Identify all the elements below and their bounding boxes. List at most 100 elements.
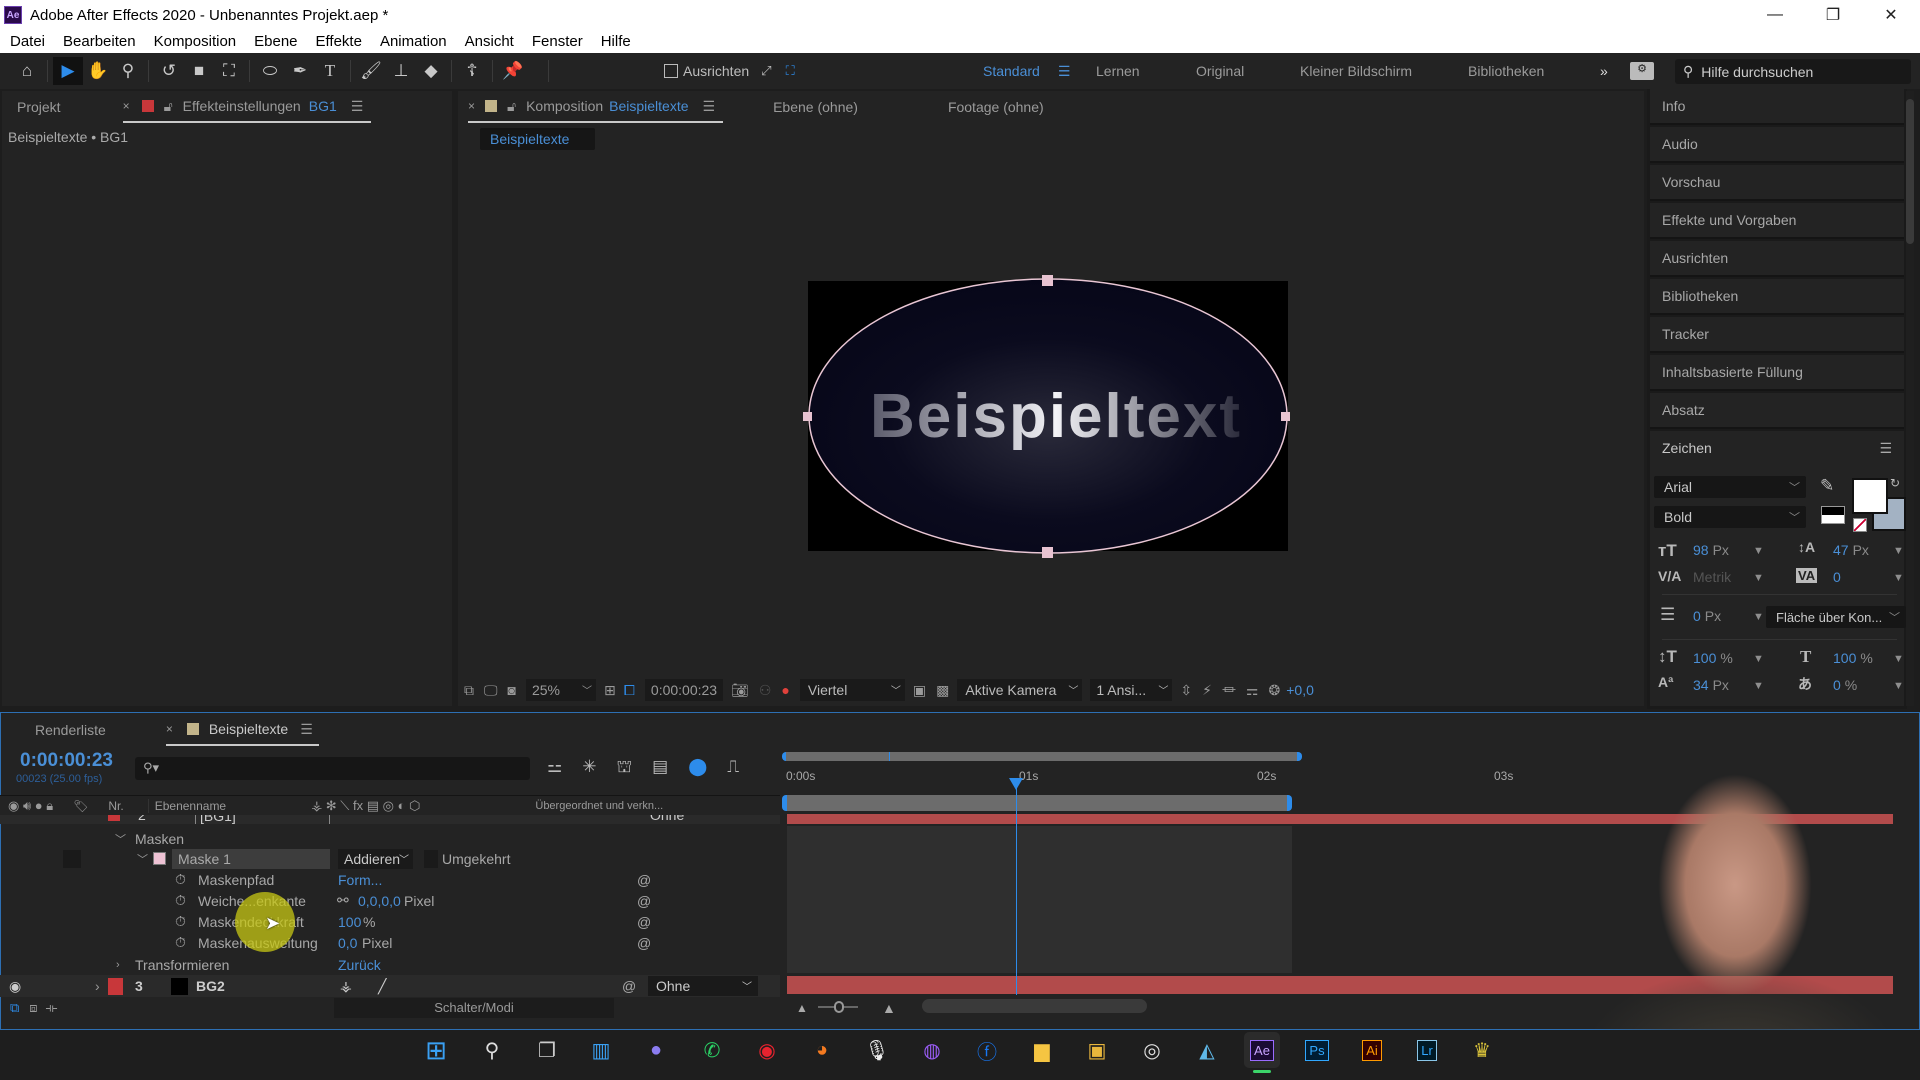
panel-menu-icon[interactable]: ☰ <box>300 721 313 738</box>
pickwhip-icon[interactable]: @ <box>637 893 651 909</box>
chevron-down-icon[interactable]: ﹀ <box>137 851 148 867</box>
stopwatch-icon[interactable]: ⏱︎ <box>175 913 186 930</box>
panel-menu-icon[interactable]: ☰ <box>1879 440 1892 457</box>
show-snapshot-icon[interactable]: ⚇ <box>759 682 772 699</box>
align-checkbox[interactable] <box>664 64 678 78</box>
puppet-pin-tool-icon[interactable]: 📌 <box>498 57 528 85</box>
pen-tool-icon[interactable]: ✒ <box>285 57 315 85</box>
messenger-icon[interactable]: ◍ <box>914 1032 950 1068</box>
transparency-icon[interactable]: ▩ <box>936 682 949 699</box>
lightroom-icon[interactable]: Lr <box>1409 1032 1445 1068</box>
exposure-value[interactable]: +0,0 <box>1286 682 1314 698</box>
workspace-original[interactable]: Original <box>1196 53 1244 89</box>
mask-vertex-bottom[interactable] <box>1042 547 1053 558</box>
help-search-input[interactable]: ⚲ Hilfe durchsuchen <box>1675 59 1911 84</box>
fast-preview-icon[interactable]: ⚡︎ <box>1202 682 1212 699</box>
shy-layers-icon[interactable]: ⛫ <box>617 757 633 779</box>
chevron-down-icon[interactable]: ﹀ <box>115 831 126 847</box>
comp-flowchart-icon[interactable]: ⚍ <box>547 757 562 779</box>
frame-blending-icon[interactable]: ▤ <box>652 757 668 779</box>
menu-animation[interactable]: Animation <box>371 33 456 50</box>
always-preview-icon[interactable]: ⧉ <box>464 682 474 699</box>
pickwhip-icon[interactable]: @ <box>622 978 636 994</box>
pickwhip-icon[interactable]: @ <box>637 872 651 888</box>
display-icon[interactable]: 🖵︎ <box>484 682 498 699</box>
illustrator-icon[interactable]: Ai <box>1354 1032 1390 1068</box>
mask-vertex-top[interactable] <box>1042 275 1053 286</box>
layer-label-color[interactable] <box>108 977 123 995</box>
font-style-dropdown[interactable]: Bold ﹀ <box>1654 506 1806 528</box>
more-workspaces-button[interactable]: » <box>1600 53 1608 89</box>
snap-icon[interactable]: ⛶ <box>786 63 795 79</box>
zoom-out-icon[interactable]: ▲ <box>796 1001 808 1015</box>
minimize-button[interactable]: — <box>1746 0 1804 30</box>
menu-effekte[interactable]: Effekte <box>307 33 371 50</box>
tab-renderliste[interactable]: Renderliste <box>35 722 106 738</box>
tab-layer[interactable]: Ebene (ohne) <box>773 99 858 115</box>
resolution-dropdown[interactable]: Viertel ﹀ <box>799 679 905 701</box>
stroke-width-value[interactable]: 0 Px <box>1693 608 1721 624</box>
black-white-swatch[interactable] <box>1821 506 1845 524</box>
mask-visibility-icon[interactable]: ◙ <box>508 682 516 698</box>
draft-3d-icon[interactable]: ✳ <box>582 757 596 779</box>
vertical-scale-value[interactable]: 100% <box>1693 650 1733 666</box>
tab-effect-controls[interactable]: × 🔓︎ Effekteinstellungen BG1 ☰ <box>122 91 372 123</box>
leading-value[interactable]: 47 Px <box>1833 542 1869 558</box>
vegas-icon[interactable]: ◭ <box>1189 1032 1225 1068</box>
zoom-in-icon[interactable]: ▲ <box>882 1000 896 1016</box>
hand-tool-icon[interactable]: ✋ <box>83 57 113 85</box>
baseline-shift-value[interactable]: 34 Px <box>1693 677 1729 693</box>
masks-group-row[interactable]: ﹀ Masken <box>0 828 780 849</box>
search-icon[interactable]: ⚲ <box>474 1032 510 1068</box>
after-effects-icon[interactable]: Ae <box>1244 1032 1280 1068</box>
obs-icon[interactable]: ◎ <box>1134 1032 1170 1068</box>
link-icon[interactable]: ⚯ <box>337 892 349 909</box>
shy-switch-icon[interactable]: ⚶ <box>340 978 352 995</box>
comp-subtab[interactable]: Beispieltexte <box>480 128 595 150</box>
workspace-bibliotheken[interactable]: Bibliotheken <box>1468 53 1544 89</box>
selection-tool-icon[interactable]: ▶ <box>53 57 83 85</box>
workspace-lernen[interactable]: Lernen <box>1096 53 1140 89</box>
panel-bibliotheken[interactable]: Bibliotheken <box>1650 279 1904 315</box>
home-icon[interactable]: ⌂ <box>12 57 42 85</box>
flowchart-icon[interactable]: ⚎ <box>1246 682 1259 699</box>
mask-ellipse[interactable]: Beispieltext <box>803 275 1290 558</box>
kerning-value[interactable]: Metrik <box>1693 569 1731 585</box>
fast-previews-icon[interactable]: ▣ <box>913 682 926 699</box>
mask-1-row[interactable]: ﹀ Maske 1 Addieren ﹀ Umgekehrt <box>0 848 780 869</box>
menu-ansicht[interactable]: Ansicht <box>456 33 523 50</box>
menu-komposition[interactable]: Komposition <box>145 33 246 50</box>
app-icon[interactable]: ♛ <box>1464 1032 1500 1068</box>
workspace-menu-icon[interactable]: ☰ <box>1058 63 1071 80</box>
close-tab-icon[interactable]: × <box>166 722 173 736</box>
eyedropper-icon[interactable]: ✎ <box>1820 476 1834 496</box>
close-tab-icon[interactable]: × <box>123 99 130 113</box>
pickwhip-icon[interactable]: @ <box>637 914 651 930</box>
workspace-kleiner-bildschirm[interactable]: Kleiner Bildschirm <box>1300 53 1412 89</box>
eraser-tool-icon[interactable]: ◆ <box>416 57 446 85</box>
switches-modes-toggle[interactable]: Schalter/Modi <box>334 998 614 1018</box>
col-parent[interactable]: Übergeordnet und verkn... <box>535 800 663 812</box>
snapshot-icon[interactable]: 📷︎ <box>731 682 749 699</box>
motion-blur-icon[interactable]: ⬤ <box>688 757 707 779</box>
no-stroke-swatch[interactable] <box>1853 518 1867 532</box>
layer-row-3[interactable]: ◉ › 3 BG2 ⚶ ╱ @ Ohne ﹀ <box>0 975 780 997</box>
mask-vertex-left[interactable] <box>803 412 812 421</box>
tab-footage[interactable]: Footage (ohne) <box>948 99 1044 115</box>
mask-mode-dropdown[interactable]: Addieren ﹀ <box>338 848 413 869</box>
panel-vorschau[interactable]: Vorschau <box>1650 165 1904 201</box>
tracking-dropdown-icon[interactable]: ▼ <box>1893 572 1904 584</box>
navigator-bar[interactable] <box>782 752 1302 761</box>
file-explorer-icon[interactable]: ▆ <box>1024 1032 1060 1068</box>
baseline-shift-dropdown-icon[interactable]: ▼ <box>1753 680 1764 692</box>
quality-switch-icon[interactable]: ╱ <box>378 978 386 995</box>
stopwatch-icon[interactable]: ⏱︎ <box>175 892 186 909</box>
widgets-icon[interactable]: ▥ <box>583 1032 619 1068</box>
roto-brush-tool-icon[interactable]: ☦ <box>457 57 487 85</box>
menu-fenster[interactable]: Fenster <box>523 33 592 50</box>
in-out-icon[interactable]: ⧈ <box>29 1000 37 1016</box>
roi-icon[interactable]: ⊞ <box>604 682 616 699</box>
tab-projekt[interactable]: Projekt <box>17 99 61 115</box>
facebook-icon[interactable]: ⓕ <box>969 1032 1005 1068</box>
pickwhip-icon[interactable]: @ <box>637 935 651 951</box>
